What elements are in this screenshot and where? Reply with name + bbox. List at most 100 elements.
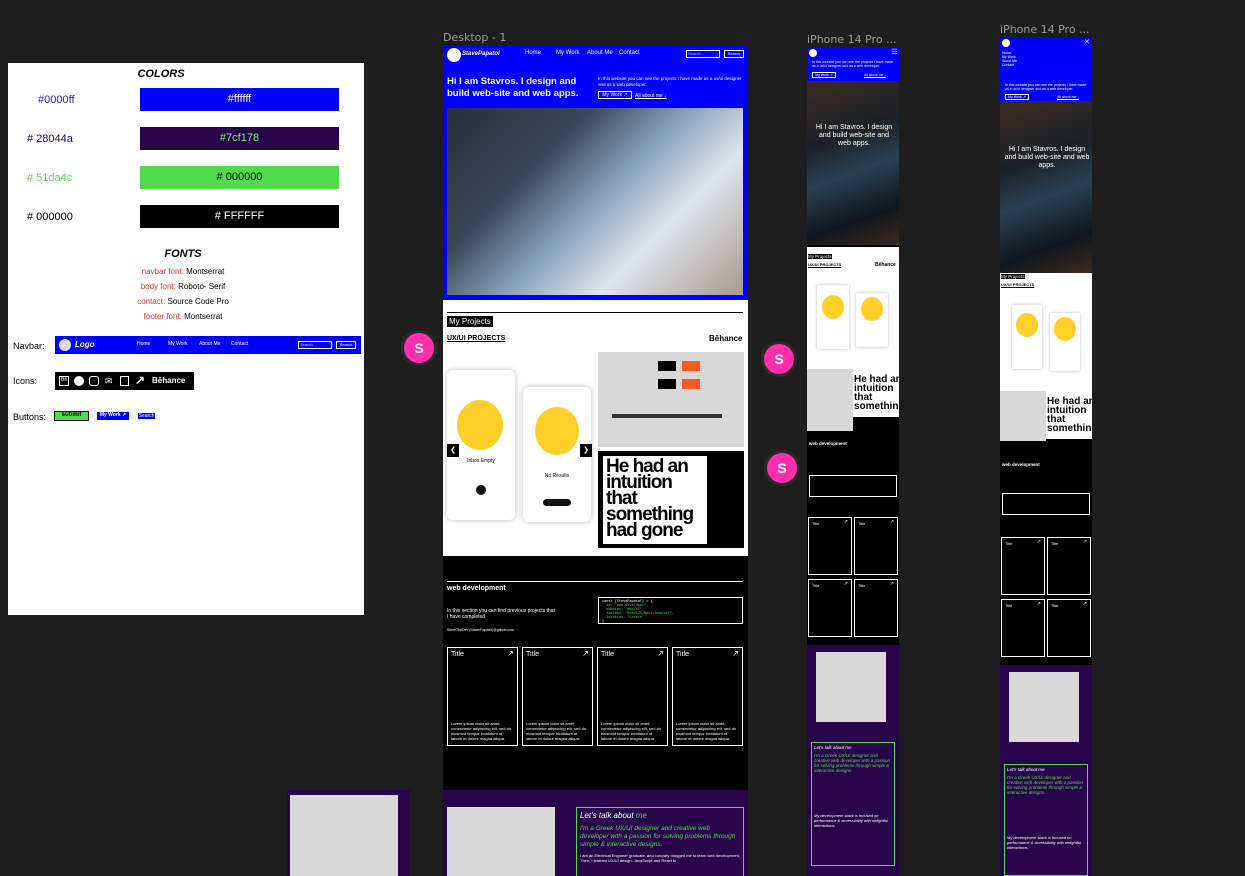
card-title: Title (858, 583, 866, 588)
mobile-a-mywork[interactable]: My Work ↗ (812, 72, 836, 78)
search-button[interactable]: Search (137, 412, 156, 420)
illustration (861, 297, 883, 321)
github-link[interactable]: SteveTheDev (Stave/Papatol)@github.com (447, 628, 514, 632)
carousel-next-button[interactable]: ❯ (580, 444, 592, 457)
arrow-up-right-icon[interactable]: ↗ (844, 519, 848, 525)
project-card[interactable]: Title ↗ Lorem ipsum dolor sit amet, consec… (672, 647, 743, 746)
project-card[interactable]: Title ↗ (1001, 599, 1045, 657)
font-spec-value: Source Code Pro (167, 297, 229, 306)
mobile-a-behance[interactable]: Bēhance (875, 262, 896, 268)
nav-mywork[interactable]: My Work (556, 50, 580, 56)
nav-about[interactable]: About Me (587, 50, 613, 56)
mobile-a-top-text: In this website you can see the projects… (812, 60, 894, 68)
frame-label-iphone-a[interactable]: iPhone 14 Pro ... (807, 33, 897, 46)
arrow-up-right-icon[interactable]: ↗ (890, 581, 894, 587)
instagram-icon[interactable] (89, 376, 99, 386)
project-card[interactable]: Title ↗ (1047, 599, 1091, 657)
mobile-b-nav[interactable]: Home My Work About Me Contact (1002, 51, 1017, 67)
nav-link-contact[interactable]: Contact (231, 341, 248, 347)
arrow-up-right-icon[interactable]: ↗ (135, 373, 145, 387)
iphone-frame-a[interactable]: ☰ In this website you can see the projec… (807, 47, 899, 876)
font-spec: footer font: Montserrat (8, 312, 358, 321)
projects-title: My Projects (447, 316, 493, 327)
buttons-label: Buttons: (13, 412, 47, 422)
mail-icon[interactable]: ✉ (105, 376, 113, 387)
frame-label-iphone-b[interactable]: iPhone 14 Pro ... (1000, 23, 1090, 36)
frame-label-desktop[interactable]: Desktop - 1 (443, 31, 506, 44)
arrow-up-right-icon[interactable]: ↗ (657, 649, 664, 658)
illustration (822, 295, 844, 319)
nav-home[interactable]: Home (525, 50, 541, 56)
desktop-frame[interactable]: StavePapatol Home My Work About Me Conta… (443, 45, 748, 876)
hamburger-menu-icon[interactable]: ☰ (891, 48, 897, 56)
brand-logo-icon[interactable] (447, 48, 461, 62)
code-line: } (602, 619, 605, 623)
arrow-up-right-icon[interactable]: ↗ (1083, 539, 1087, 545)
project-card[interactable]: Title ↗ (1047, 537, 1091, 595)
arrow-up-right-icon[interactable]: ↗ (844, 581, 848, 587)
nav-link-home[interactable]: Home (137, 341, 150, 347)
project-card[interactable]: Title ↗ Lorem ipsum dolor sit amet, consec… (522, 647, 593, 746)
project-card[interactable]: Title ↗ Lorem ipsum dolor sit amet, consec… (597, 647, 668, 746)
navbar-search-input[interactable]: Search... (298, 341, 332, 349)
behance-square-icon[interactable]: Bē (59, 376, 69, 386)
mobile-b-about[interactable]: All about me ↓ (1057, 95, 1079, 99)
mobile-b-mywork[interactable]: My Work ↗ (1005, 94, 1029, 100)
card-title: Title (451, 651, 464, 658)
nav-contact[interactable]: Contact (619, 50, 640, 56)
plus-button-icon[interactable] (476, 485, 486, 495)
card-title: Title (812, 521, 820, 526)
mobile-a-logo-icon[interactable] (809, 49, 817, 57)
iphone-frame-b[interactable]: ✕ Home My Work About Me Contact In this web… (1000, 37, 1092, 876)
brand-name[interactable]: StavePapatol (462, 51, 500, 57)
arrow-up-right-icon[interactable]: ↗ (582, 649, 589, 658)
behance-wordmark[interactable]: Bēhance (152, 376, 185, 385)
mobile-b-logo-icon[interactable] (1002, 39, 1010, 47)
project-card[interactable]: Title ↗ (808, 517, 852, 575)
mywork-button[interactable]: My Work ↗ (97, 412, 129, 420)
mobile-a-about-photo (816, 652, 886, 722)
project-card[interactable]: Title ↗ (854, 517, 898, 575)
carousel-prev-button[interactable]: ❮ (447, 444, 459, 457)
mobile-a-about[interactable]: All about me ↓ (864, 73, 886, 77)
close-icon[interactable]: ✕ (1084, 38, 1090, 46)
arrow-up-right-icon[interactable]: ↗ (1037, 539, 1041, 545)
behance-link[interactable]: Bēhance (709, 334, 742, 343)
color-hex-label: # 28044a (27, 133, 73, 145)
collaborator-avatar[interactable]: S (767, 453, 797, 483)
color-swatch: # FFFFFF (140, 205, 339, 228)
poster-panel: He had an intuition that something had g… (603, 456, 707, 544)
collaborator-avatar[interactable]: S (404, 333, 434, 363)
arrow-up-right-icon[interactable]: ↗ (1083, 601, 1087, 607)
collaborator-avatar[interactable]: S (764, 344, 794, 374)
font-spec: contact: Source Code Pro (8, 297, 358, 306)
talk-title-a: Let's talk about (580, 811, 634, 820)
project-card[interactable]: Title ↗ (1001, 537, 1045, 595)
color-swatch: #ffffff (140, 88, 339, 111)
desk-search-button[interactable]: Search (724, 50, 744, 58)
font-spec: navbar font: Montserrat (8, 267, 358, 276)
navbar-search-button[interactable]: Search (336, 341, 356, 349)
hero-about-link[interactable]: All about me ↓ (635, 93, 667, 99)
nav-link-about[interactable]: About Me (199, 341, 220, 347)
nav-link-mywork[interactable]: My Work (168, 341, 188, 347)
arrow-up-right-icon[interactable]: ↗ (507, 649, 514, 658)
arrow-up-right-icon[interactable]: ↗ (732, 649, 739, 658)
desk-search-input[interactable]: Search... (686, 50, 720, 58)
arrow-up-right-icon[interactable]: ↗ (1037, 601, 1041, 607)
submit-button[interactable]: submit (54, 411, 89, 421)
document-icon[interactable] (120, 376, 129, 386)
mobile-b-projects-title: My Projects (1001, 274, 1025, 279)
code-block: const {StevePapatol} = { id: "web-develo… (598, 597, 743, 624)
project-card[interactable]: Title ↗ (854, 579, 898, 637)
color-hex-label: # 51da4c (27, 172, 73, 184)
arrow-up-right-icon[interactable]: ↗ (890, 519, 894, 525)
talk-title-b: me (635, 811, 647, 820)
card-title: Title (812, 583, 820, 588)
github-icon[interactable] (74, 376, 84, 386)
project-card[interactable]: Title ↗ Lorem ipsum dolor sit amet, consec… (447, 647, 518, 746)
mobile-b-talk-intro: I'm a Greek UX/UI designer and creative … (1007, 775, 1084, 795)
hero-mywork-button[interactable]: My Work ↗ (598, 91, 632, 99)
open-inbox-button[interactable] (543, 499, 571, 506)
project-card[interactable]: Title ↗ (808, 579, 852, 637)
